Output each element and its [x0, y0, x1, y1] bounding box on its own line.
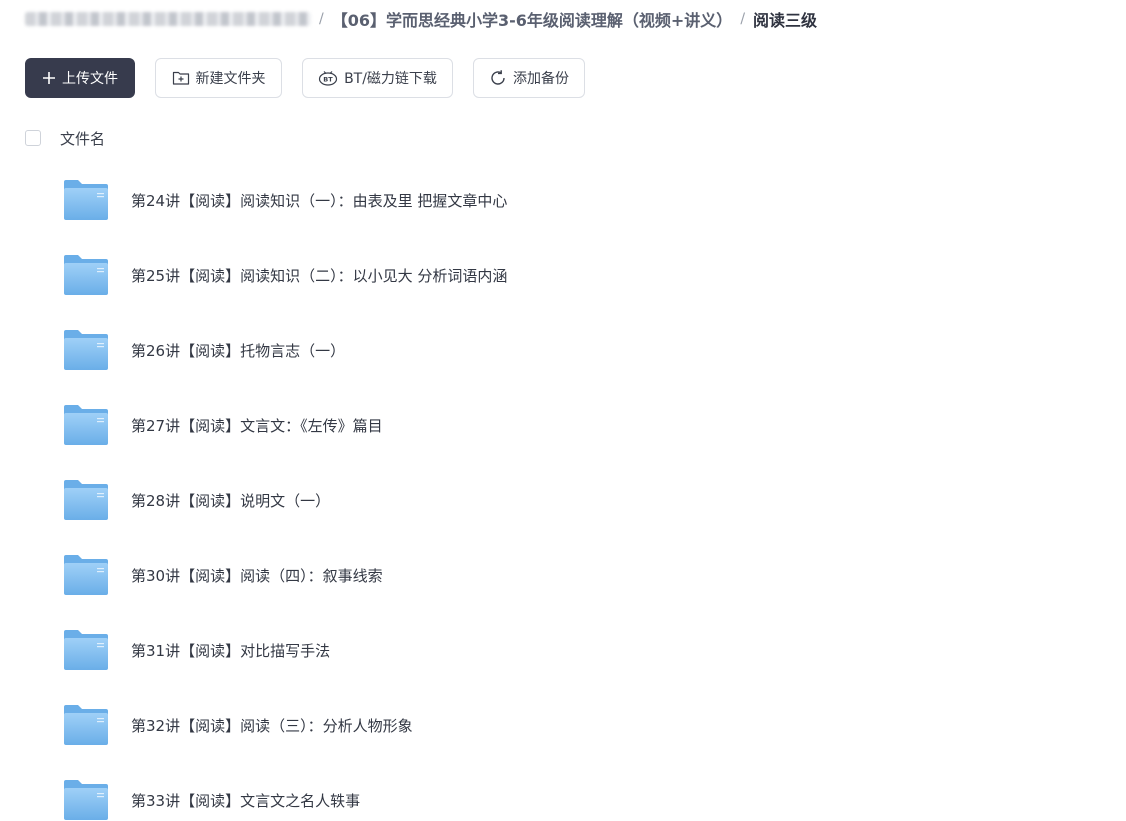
folder-name[interactable]: 第30讲【阅读】阅读（四）：叙事线索: [131, 565, 383, 586]
folder-name[interactable]: 第27讲【阅读】文言文：《左传》篇目: [131, 415, 383, 436]
new-folder-label: 新建文件夹: [195, 71, 266, 87]
folder-icon: [63, 254, 109, 296]
folder-icon: [63, 704, 109, 746]
folder-name[interactable]: 第24讲【阅读】阅读知识（一）：由表及里 把握文章中心: [131, 190, 507, 211]
select-all-checkbox[interactable]: [25, 130, 41, 146]
folder-row[interactable]: 第25讲【阅读】阅读知识（二）：以小见大 分析词语内涵: [0, 238, 1126, 313]
folder-row[interactable]: 第26讲【阅读】托物言志（一）: [0, 313, 1126, 388]
bt-magnet-download-label: BT/磁力链下载: [344, 71, 437, 87]
add-backup-button[interactable]: 添加备份: [473, 58, 585, 98]
folder-row[interactable]: 第31讲【阅读】对比描写手法: [0, 613, 1126, 688]
folder-name[interactable]: 第33讲【阅读】文言文之名人轶事: [131, 790, 360, 811]
folder-icon: [63, 179, 109, 221]
folder-row[interactable]: 第30讲【阅读】阅读（四）：叙事线索: [0, 538, 1126, 613]
folder-name[interactable]: 第25讲【阅读】阅读知识（二）：以小见大 分析词语内涵: [131, 265, 507, 286]
svg-text:BT: BT: [323, 76, 333, 84]
folder-name[interactable]: 第28讲【阅读】说明文（一）: [131, 490, 330, 511]
bt-magnet-download-button[interactable]: BT BT/磁力链下载: [302, 58, 453, 98]
folder-icon: [63, 779, 109, 821]
folder-name[interactable]: 第32讲【阅读】阅读（三）：分析人物形象: [131, 715, 413, 736]
breadcrumb-parent-folder[interactable]: 【06】学而思经典小学3-6年级阅读理解（视频+讲义）: [332, 7, 733, 31]
file-manager-page: / 【06】学而思经典小学3-6年级阅读理解（视频+讲义） / 阅读三级 上传文…: [0, 0, 1126, 821]
folder-icon: [63, 329, 109, 371]
folder-name[interactable]: 第26讲【阅读】托物言志（一）: [131, 340, 345, 361]
upload-file-label: 上传文件: [62, 71, 118, 87]
folder-row[interactable]: 第32讲【阅读】阅读（三）：分析人物形象: [0, 688, 1126, 763]
folder-icon: [63, 554, 109, 596]
add-backup-label: 添加备份: [513, 71, 569, 87]
plus-icon: [42, 71, 56, 85]
sync-icon: [489, 69, 507, 87]
folder-icon: [63, 479, 109, 521]
breadcrumb-separator: /: [319, 11, 324, 27]
folder-row[interactable]: 第27讲【阅读】文言文：《左传》篇目: [0, 388, 1126, 463]
folder-icon: [63, 404, 109, 446]
folder-row[interactable]: 第33讲【阅读】文言文之名人轶事: [0, 763, 1126, 821]
new-folder-icon: [172, 70, 190, 86]
folder-icon: [63, 629, 109, 671]
bt-icon: BT: [318, 70, 338, 86]
folder-name[interactable]: 第31讲【阅读】对比描写手法: [131, 640, 330, 661]
file-list-header: 文件名: [25, 128, 105, 148]
folder-row[interactable]: 第28讲【阅读】说明文（一）: [0, 463, 1126, 538]
file-list: 第24讲【阅读】阅读知识（一）：由表及里 把握文章中心 第25讲【阅读】阅读知识…: [0, 163, 1126, 821]
breadcrumb: / 【06】学而思经典小学3-6年级阅读理解（视频+讲义） / 阅读三级: [25, 7, 817, 31]
breadcrumb-separator: /: [740, 11, 746, 27]
breadcrumb-blurred-path[interactable]: [25, 12, 311, 26]
upload-file-button[interactable]: 上传文件: [25, 58, 135, 98]
breadcrumb-current-folder: 阅读三级: [753, 11, 818, 30]
folder-row[interactable]: 第24讲【阅读】阅读知识（一）：由表及里 把握文章中心: [0, 163, 1126, 238]
column-header-filename[interactable]: 文件名: [60, 128, 105, 149]
new-folder-button[interactable]: 新建文件夹: [155, 58, 282, 98]
